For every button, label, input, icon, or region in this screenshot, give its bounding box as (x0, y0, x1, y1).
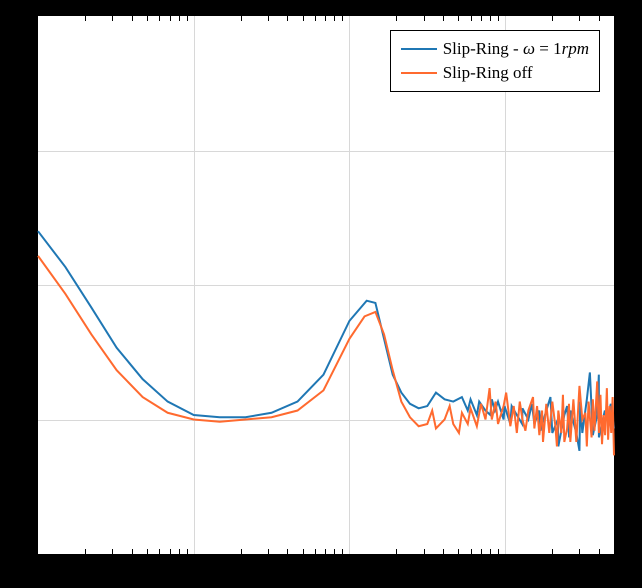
minor-tick (552, 549, 553, 554)
minor-tick (498, 549, 499, 554)
chart-container: Slip-Ring - ω = 1rpm Slip-Ring off (0, 0, 642, 588)
minor-tick (458, 549, 459, 554)
minor-tick (498, 16, 499, 21)
minor-tick (490, 16, 491, 21)
minor-tick (490, 549, 491, 554)
minor-tick (396, 549, 397, 554)
minor-tick (315, 16, 316, 21)
minor-tick (303, 16, 304, 21)
minor-tick (471, 549, 472, 554)
minor-tick (599, 549, 600, 554)
minor-tick (599, 16, 600, 21)
legend-label-1: Slip-Ring off (443, 61, 533, 85)
minor-tick (132, 549, 133, 554)
minor-tick (342, 549, 343, 554)
minor-tick (132, 16, 133, 21)
minor-tick (552, 16, 553, 21)
minor-tick (443, 549, 444, 554)
minor-tick (315, 549, 316, 554)
minor-tick (268, 549, 269, 554)
minor-tick (85, 16, 86, 21)
minor-tick (241, 549, 242, 554)
minor-tick (187, 16, 188, 21)
minor-tick (334, 16, 335, 21)
series-svg (38, 16, 614, 554)
minor-tick (187, 549, 188, 554)
legend-swatch-orange (401, 72, 437, 74)
minor-tick (159, 549, 160, 554)
minor-tick (579, 16, 580, 21)
minor-tick (159, 16, 160, 21)
minor-tick (443, 16, 444, 21)
minor-tick (342, 16, 343, 21)
minor-tick (579, 549, 580, 554)
minor-tick (147, 16, 148, 21)
minor-tick (481, 16, 482, 21)
minor-tick (471, 16, 472, 21)
minor-tick (396, 16, 397, 21)
minor-tick (287, 16, 288, 21)
legend-label-0: Slip-Ring - ω = 1rpm (443, 37, 589, 61)
minor-tick (481, 549, 482, 554)
minor-tick (170, 549, 171, 554)
minor-tick (458, 16, 459, 21)
minor-tick (85, 549, 86, 554)
minor-tick (179, 549, 180, 554)
legend-row: Slip-Ring - ω = 1rpm (401, 37, 589, 61)
minor-tick (424, 16, 425, 21)
minor-tick (112, 549, 113, 554)
minor-tick (112, 16, 113, 21)
minor-tick (287, 549, 288, 554)
plot-area: Slip-Ring - ω = 1rpm Slip-Ring off (36, 14, 616, 556)
minor-tick (303, 549, 304, 554)
minor-tick (147, 549, 148, 554)
minor-tick (325, 549, 326, 554)
minor-tick (334, 549, 335, 554)
legend-row: Slip-Ring off (401, 61, 589, 85)
legend-swatch-blue (401, 48, 437, 50)
minor-tick (170, 16, 171, 21)
minor-tick (424, 549, 425, 554)
minor-tick (325, 16, 326, 21)
legend: Slip-Ring - ω = 1rpm Slip-Ring off (390, 30, 600, 92)
minor-tick (268, 16, 269, 21)
minor-tick (241, 16, 242, 21)
minor-tick (179, 16, 180, 21)
